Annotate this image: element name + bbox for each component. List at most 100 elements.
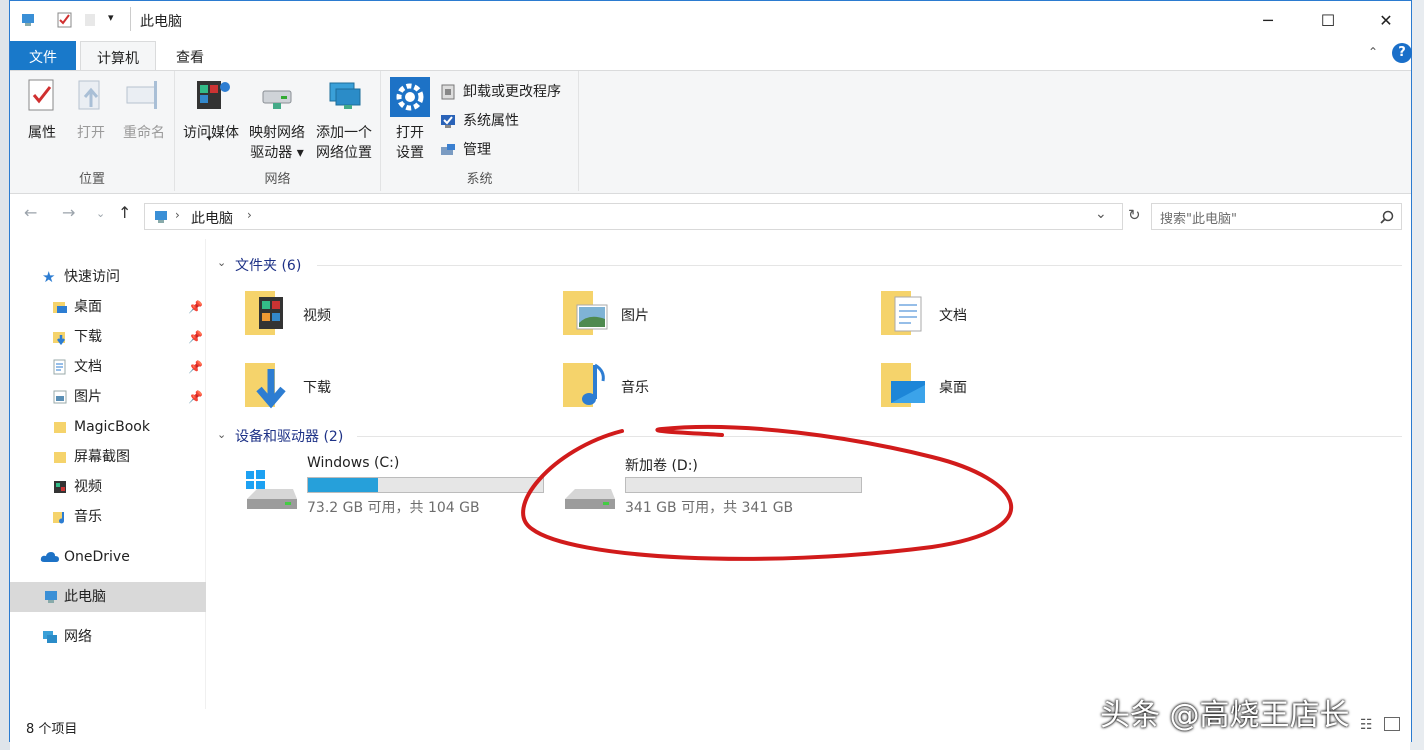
new-folder-quick-icon[interactable] bbox=[82, 11, 100, 29]
breadcrumb-this-pc[interactable]: 此电脑 bbox=[191, 208, 233, 228]
refresh-icon[interactable]: ↻ bbox=[1128, 206, 1141, 224]
details-view-icon[interactable]: ☷ bbox=[1360, 717, 1373, 733]
large-icons-view-icon[interactable] bbox=[1384, 717, 1400, 731]
manage-button[interactable]: 管理 bbox=[439, 139, 491, 161]
tab-view[interactable]: 查看 bbox=[160, 41, 220, 71]
folder-music[interactable]: 音乐 bbox=[561, 355, 861, 421]
folder-pictures[interactable]: 图片 bbox=[561, 283, 861, 349]
music-folder-icon bbox=[53, 512, 64, 524]
manage-label: 管理 bbox=[463, 142, 491, 158]
properties-button[interactable]: 属性 bbox=[18, 77, 66, 143]
collapse-folders-icon[interactable]: ⌄ bbox=[217, 256, 226, 269]
search-icon[interactable] bbox=[1380, 210, 1394, 224]
rename-label: 重命名 bbox=[123, 125, 165, 141]
sidebar-item-screenshots[interactable]: 屏幕截图 bbox=[10, 442, 206, 472]
up-icon[interactable]: ↑ bbox=[118, 203, 131, 222]
folder-label-music: 音乐 bbox=[621, 380, 649, 396]
close-button[interactable]: ✕ bbox=[1356, 1, 1416, 39]
uninstall-button[interactable]: 卸载或更改程序 bbox=[439, 81, 561, 103]
group-location: 属性 打开 重命名 位置 bbox=[10, 71, 175, 191]
folders-section-header[interactable]: 文件夹 (6) bbox=[235, 255, 301, 275]
status-item-count: 8 个项目 bbox=[26, 722, 78, 737]
back-icon[interactable]: ← bbox=[24, 203, 37, 222]
map-drive-label-1: 映射网络 bbox=[249, 125, 305, 141]
sidebar-item-desktop[interactable]: 桌面 📌 bbox=[10, 292, 206, 322]
add-loc-label-1: 添加一个 bbox=[316, 125, 372, 141]
properties-quick-icon[interactable] bbox=[56, 11, 74, 29]
sidebar-item-magicbook[interactable]: MagicBook bbox=[10, 412, 206, 442]
system-properties-label: 系统属性 bbox=[463, 113, 519, 129]
folder-videos[interactable]: 视频 bbox=[243, 283, 543, 349]
tab-file[interactable]: 文件 bbox=[10, 41, 76, 71]
group-location-label: 位置 bbox=[78, 172, 105, 187]
maximize-button[interactable]: ☐ bbox=[1298, 1, 1358, 39]
minimize-button[interactable]: ─ bbox=[1238, 1, 1298, 39]
map-drive-label-2-text: 驱动器 bbox=[250, 145, 293, 161]
media-dropdown-icon: ▾ bbox=[207, 134, 212, 144]
search-box[interactable]: 搜索"此电脑" bbox=[1151, 203, 1402, 230]
breadcrumb-chevron-icon[interactable]: › bbox=[175, 208, 180, 222]
sidebar-item-videos[interactable]: 视频 bbox=[10, 472, 206, 502]
desktop-folder-icon bbox=[53, 302, 67, 313]
drives-section-header[interactable]: 设备和驱动器 (2) bbox=[235, 426, 343, 446]
pin-icon[interactable]: 📌 bbox=[188, 382, 203, 412]
explorer-window: ▾ 此电脑 ─ ☐ ✕ 文件 计算机 查看 ⌃ ? 属性 打开 重命名 位置 访… bbox=[9, 0, 1412, 742]
access-media-button[interactable]: 访问媒体 ▾ bbox=[179, 77, 243, 144]
sidebar-item-quick-access[interactable]: ★ 快速访问 bbox=[10, 262, 206, 292]
collapse-drives-icon[interactable]: ⌄ bbox=[217, 428, 226, 441]
sidebar-label-onedrive: OneDrive bbox=[64, 549, 130, 565]
sidebar-item-documents[interactable]: 文档 📌 bbox=[10, 352, 206, 382]
open-settings-button[interactable]: 打开 设置 bbox=[387, 77, 433, 163]
open-settings-label-2: 设置 bbox=[396, 145, 424, 161]
pin-icon[interactable]: 📌 bbox=[188, 352, 203, 382]
folders-section-line bbox=[317, 265, 1402, 266]
network-drive-icon bbox=[262, 90, 292, 109]
sidebar-item-pictures[interactable]: 图片 📌 bbox=[10, 382, 206, 412]
pin-icon[interactable]: 📌 bbox=[188, 322, 203, 352]
add-network-location-button[interactable]: 添加一个 网络位置 bbox=[311, 77, 377, 163]
customize-quick-access-icon[interactable]: ▾ bbox=[108, 11, 114, 24]
properties-icon bbox=[28, 79, 54, 111]
folder-desktop[interactable]: 桌面 bbox=[879, 355, 1179, 421]
folder-documents[interactable]: 文档 bbox=[879, 283, 1179, 349]
sidebar-item-this-pc[interactable]: 此电脑 bbox=[10, 582, 206, 612]
address-bar-row: ← → ⌄ ↑ › 此电脑 › ⌄ ↻ 搜索"此电脑" bbox=[10, 195, 1411, 235]
group-network: 访问媒体 ▾ 映射网络 驱动器 ▾ 添加一个 网络位置 网络 bbox=[175, 71, 381, 191]
collapse-ribbon-icon[interactable]: ⌃ bbox=[1368, 45, 1378, 59]
folder-label-pictures: 图片 bbox=[621, 308, 649, 324]
address-dropdown-icon[interactable]: ⌄ bbox=[1095, 206, 1107, 222]
folder-downloads[interactable]: 下载 bbox=[243, 355, 543, 421]
network-location-icon bbox=[329, 82, 361, 109]
manage-icon bbox=[441, 144, 455, 155]
map-drive-button[interactable]: 映射网络 驱动器 ▾ bbox=[245, 77, 309, 163]
sidebar-label-music: 音乐 bbox=[74, 509, 102, 525]
forward-icon[interactable]: → bbox=[62, 203, 75, 222]
sidebar-item-onedrive[interactable]: OneDrive bbox=[10, 542, 206, 572]
breadcrumb-chevron-icon-2[interactable]: › bbox=[247, 208, 252, 222]
open-label: 打开 bbox=[77, 125, 105, 141]
videos-folder-icon bbox=[245, 291, 283, 335]
documents-folder-icon bbox=[53, 359, 66, 375]
folder-label-documents: 文档 bbox=[939, 308, 967, 324]
navigation-pane: ★ 快速访问 桌面 📌 下载 📌 文档 📌 图片 📌 MagicBook 屏幕截… bbox=[10, 239, 206, 709]
desktop-strip-right bbox=[1410, 0, 1424, 750]
address-input[interactable]: › 此电脑 › ⌄ bbox=[144, 203, 1123, 230]
music-folder-icon bbox=[563, 363, 605, 407]
media-icon bbox=[197, 81, 230, 109]
title-bar: ▾ 此电脑 ─ ☐ ✕ bbox=[10, 1, 1411, 39]
sidebar-item-network[interactable]: 网络 bbox=[10, 622, 206, 652]
content-pane: ⌄ 文件夹 (6) 视频 图片 文档 下载 音乐 桌面 ⌄ 设备和驱动器 (2)… bbox=[207, 239, 1412, 709]
network-icon bbox=[43, 631, 57, 643]
settings-gear-icon bbox=[390, 77, 430, 117]
sidebar-item-music[interactable]: 音乐 bbox=[10, 502, 206, 532]
sidebar-item-downloads[interactable]: 下载 📌 bbox=[10, 322, 206, 352]
folder-label-downloads: 下载 bbox=[303, 380, 331, 396]
recent-locations-icon[interactable]: ⌄ bbox=[96, 207, 105, 220]
help-icon[interactable]: ? bbox=[1392, 43, 1412, 63]
system-properties-button[interactable]: 系统属性 bbox=[439, 110, 519, 132]
tab-computer[interactable]: 计算机 bbox=[80, 41, 156, 71]
title-divider bbox=[130, 7, 131, 31]
pin-icon[interactable]: 📌 bbox=[188, 292, 203, 322]
open-button[interactable]: 打开 bbox=[70, 77, 112, 143]
rename-button[interactable]: 重命名 bbox=[116, 77, 172, 143]
